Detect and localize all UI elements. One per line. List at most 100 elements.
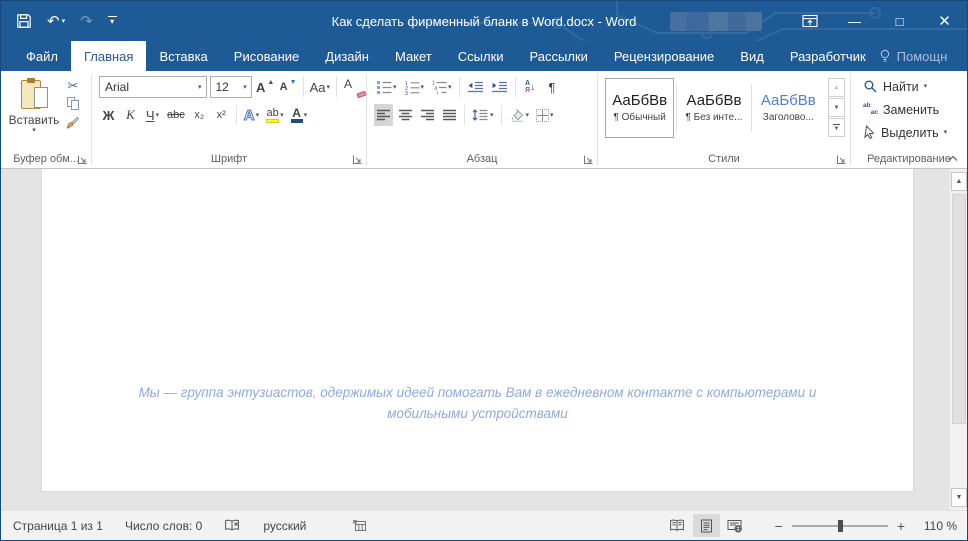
chevron-down-icon[interactable]: ▾ (421, 84, 425, 91)
increase-indent-button[interactable] (489, 76, 510, 98)
scrollbar-thumb[interactable] (952, 194, 966, 424)
styles-dialog-launcher[interactable] (836, 154, 847, 165)
chevron-down-icon[interactable]: ▾ (944, 129, 948, 136)
chevron-down-icon[interactable]: ▾ (280, 112, 284, 119)
font-size-combo[interactable]: 12 ▾ (210, 76, 252, 98)
grow-font-button[interactable]: A ▲ (255, 76, 276, 98)
select-button[interactable]: Выделить ▾ (863, 121, 962, 144)
proofing-status-button[interactable] (224, 519, 241, 532)
ribbon-display-options-button[interactable] (787, 1, 832, 41)
replace-button[interactable]: ab ac Заменить (863, 98, 962, 121)
bullets-button[interactable]: ▾ (374, 76, 399, 98)
style-normal[interactable]: АаБбВв ¶ Обычный (605, 78, 674, 138)
chevron-down-icon[interactable]: ▾ (490, 112, 494, 119)
italic-button[interactable]: К (121, 104, 140, 126)
paste-dropdown-icon[interactable]: ▾ (32, 127, 36, 134)
redo-button[interactable]: ↷ (80, 14, 93, 29)
tab-file[interactable]: Файл (13, 41, 71, 71)
minimize-button[interactable]: — (832, 1, 877, 41)
tab-home[interactable]: Главная (71, 41, 146, 71)
chevron-down-icon[interactable]: ▾ (327, 84, 331, 91)
font-family-combo[interactable]: Arial ▾ (99, 76, 207, 98)
tell-me-button[interactable]: Помощн (879, 49, 948, 64)
read-mode-button[interactable] (664, 514, 691, 537)
copy-icon[interactable] (67, 97, 80, 110)
shading-button[interactable]: ▾ (507, 104, 532, 126)
undo-button[interactable]: ↶ ▾ (47, 14, 65, 29)
style-heading1[interactable]: АаБбВв Заголово... (754, 78, 823, 138)
tab-developer[interactable]: Разработчик (777, 41, 879, 71)
scroll-down-button[interactable]: ▼ (951, 488, 967, 507)
zoom-slider-thumb[interactable] (838, 520, 843, 532)
font-color-button[interactable]: A ▾ (289, 104, 310, 126)
styles-scroll-down-button[interactable]: ▼ (828, 98, 845, 117)
tab-draw[interactable]: Рисование (221, 41, 312, 71)
bold-button[interactable]: Ж (99, 104, 118, 126)
chevron-down-icon[interactable]: ▾ (448, 84, 452, 91)
tab-references[interactable]: Ссылки (445, 41, 517, 71)
zoom-in-button[interactable]: + (897, 518, 905, 534)
zoom-slider[interactable] (792, 525, 888, 527)
chevron-down-icon[interactable]: ▾ (193, 84, 206, 91)
tab-insert[interactable]: Вставка (146, 41, 220, 71)
chevron-down-icon[interactable]: ▾ (526, 112, 530, 119)
cut-icon[interactable]: ✂ (68, 79, 79, 92)
chevron-down-icon[interactable]: ▾ (238, 84, 251, 91)
chevron-down-icon[interactable]: ▾ (156, 112, 160, 119)
underline-button[interactable]: Ч ▾ (143, 104, 162, 126)
subscript-button[interactable]: x₂ (190, 104, 209, 126)
paste-button[interactable]: Вставить ▾ (8, 76, 60, 150)
maximize-button[interactable]: □ (877, 1, 922, 41)
web-layout-button[interactable] (722, 514, 749, 537)
decrease-indent-button[interactable] (465, 76, 486, 98)
align-center-button[interactable] (396, 104, 415, 126)
borders-button[interactable]: ▾ (534, 104, 556, 126)
zoom-percentage[interactable]: 110 % (919, 519, 957, 533)
document-paragraph[interactable]: Мы — группа энтузиастов, одержимых идеей… (128, 169, 828, 424)
styles-scroll-up-button[interactable]: ▲ (828, 78, 845, 97)
superscript-button[interactable]: x² (212, 104, 231, 126)
save-icon[interactable] (16, 13, 32, 29)
scroll-up-button[interactable]: ▲ (951, 172, 967, 191)
clear-formatting-button[interactable]: A (342, 76, 361, 98)
change-case-button[interactable]: Aa ▾ (309, 76, 331, 98)
collapse-ribbon-button[interactable] (946, 152, 960, 164)
tab-view[interactable]: Вид (727, 41, 777, 71)
tab-layout[interactable]: Макет (382, 41, 445, 71)
undo-dropdown-icon[interactable]: ▾ (62, 18, 66, 25)
line-spacing-button[interactable]: ▾ (470, 104, 496, 126)
tab-mailings[interactable]: Рассылки (517, 41, 601, 71)
print-layout-button[interactable] (693, 514, 720, 537)
show-formatting-marks-button[interactable]: ¶ (543, 76, 562, 98)
strikethrough-button[interactable]: abc (165, 104, 187, 126)
paragraph-dialog-launcher[interactable] (583, 154, 594, 165)
format-painter-icon[interactable] (66, 115, 80, 134)
chevron-down-icon[interactable]: ▾ (393, 84, 397, 91)
chevron-down-icon[interactable]: ▾ (550, 112, 554, 119)
language-indicator[interactable]: русский (263, 519, 306, 533)
highlight-color-button[interactable]: ab ▾ (264, 104, 286, 126)
tab-review[interactable]: Рецензирование (601, 41, 727, 71)
find-button[interactable]: Найти ▾ (863, 75, 962, 98)
customize-qat-button[interactable]: ▾ (108, 16, 117, 26)
close-button[interactable]: ✕ (922, 1, 967, 41)
align-right-button[interactable] (418, 104, 437, 126)
tab-design[interactable]: Дизайн (312, 41, 382, 71)
style-no-spacing[interactable]: АаБбВв ¶ Без инте... (679, 78, 748, 138)
chevron-down-icon[interactable]: ▾ (924, 83, 928, 90)
styles-gallery-more-button[interactable]: ▼ (828, 118, 845, 137)
font-dialog-launcher[interactable] (352, 154, 363, 165)
page-indicator[interactable]: Страница 1 из 1 (13, 519, 103, 533)
word-count[interactable]: Число слов: 0 (125, 519, 202, 533)
numbering-button[interactable]: 123 ▾ (402, 76, 427, 98)
sort-button[interactable]: А Я ↓ (521, 76, 540, 98)
chevron-down-icon[interactable]: ▾ (256, 112, 260, 119)
text-effects-button[interactable]: A ▾ (242, 104, 261, 126)
vertical-scrollbar[interactable]: ▲ ▼ (949, 169, 967, 510)
shrink-font-button[interactable]: A ▼ (278, 76, 297, 98)
clipboard-dialog-launcher[interactable] (77, 154, 88, 165)
document-page[interactable]: Мы — группа энтузиастов, одержимых идеей… (41, 169, 914, 492)
zoom-out-button[interactable]: − (775, 518, 783, 534)
chevron-down-icon[interactable]: ▾ (304, 112, 308, 119)
macro-record-button[interactable] (352, 519, 367, 532)
